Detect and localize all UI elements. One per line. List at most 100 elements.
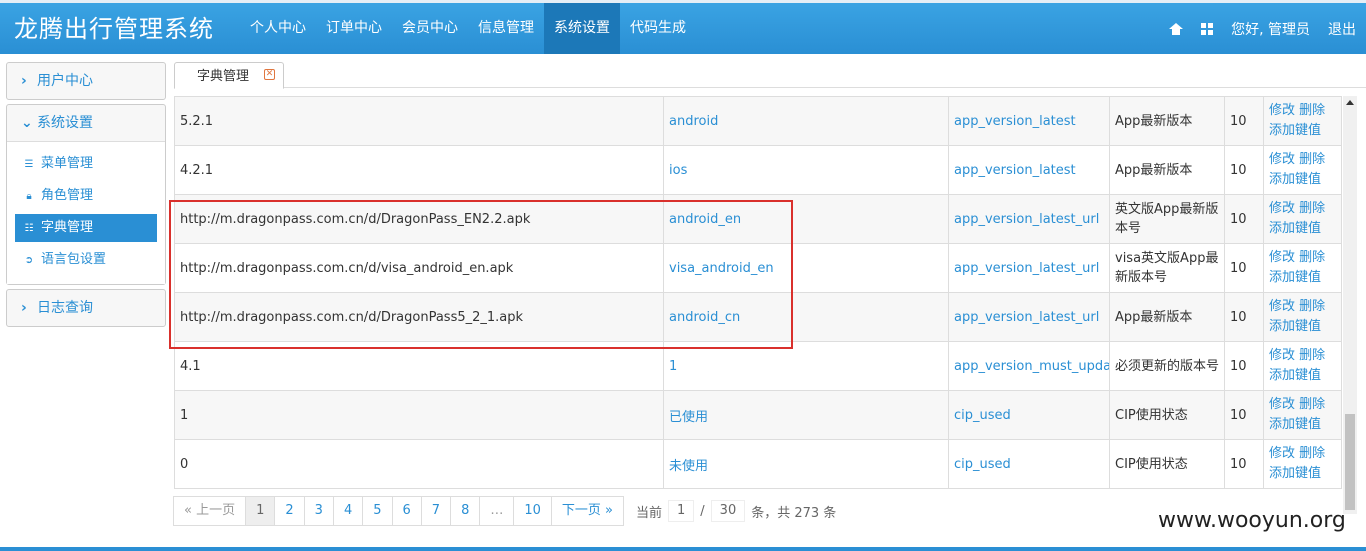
cell-value: http://m.dragonpass.com.cn/d/DragonPass_… <box>174 194 664 244</box>
cell-value: 4.2.1 <box>174 145 664 195</box>
nav-personal-center[interactable]: 个人中心 <box>240 3 316 54</box>
page-ellipsis: … <box>479 496 515 526</box>
sidebar-item-language-pack[interactable]: ➲ 语言包设置 <box>15 246 157 274</box>
nav-member-center[interactable]: 会员中心 <box>392 3 468 54</box>
cell-actions: 修改 删除添加键值 <box>1263 390 1342 440</box>
cell-type-link[interactable]: app_version_latest <box>948 96 1110 146</box>
cell-type-link[interactable]: app_version_latest_url <box>948 292 1110 342</box>
delete-link[interactable]: 删除 <box>1299 152 1325 167</box>
sidebar-item-label: 菜单管理 <box>41 156 94 171</box>
grid-icon[interactable] <box>1201 22 1214 35</box>
cell-value: 1 <box>174 390 664 440</box>
cell-label-link[interactable]: visa_android_en <box>663 243 949 293</box>
page-button-7[interactable]: 7 <box>420 496 452 526</box>
nav-code-generation[interactable]: 代码生成 <box>620 3 696 54</box>
total-count-text: 条，共 273 条 <box>751 505 837 521</box>
page-button-8[interactable]: 8 <box>450 496 481 526</box>
cell-label-link[interactable]: android <box>663 96 949 146</box>
cell-label-link[interactable]: 已使用 <box>663 390 949 440</box>
add-key-link[interactable]: 添加键值 <box>1269 368 1321 383</box>
edit-link[interactable]: 修改 <box>1269 446 1295 461</box>
sidebar-panel-log-query: › 日志查询 <box>6 289 166 327</box>
sidebar-header-system-settings[interactable]: ⌄ 系统设置 <box>7 105 165 141</box>
delete-link[interactable]: 删除 <box>1299 348 1325 363</box>
sidebar-header-label: 日志查询 <box>37 300 93 316</box>
pagination-info: 当前 1 / 30 条，共 273 条 <box>636 496 836 526</box>
add-key-link[interactable]: 添加键值 <box>1269 123 1321 138</box>
sidebar-item-role-management[interactable]: 🔒︎ 角色管理 <box>15 182 157 210</box>
cell-value: 4.1 <box>174 341 664 391</box>
edit-link[interactable]: 修改 <box>1269 152 1295 167</box>
page-size-input[interactable]: 30 <box>710 500 746 522</box>
edit-link[interactable]: 修改 <box>1269 250 1295 265</box>
cell-actions: 修改 删除添加键值 <box>1263 292 1342 342</box>
delete-link[interactable]: 删除 <box>1299 201 1325 216</box>
cell-sort: 10 <box>1224 341 1264 391</box>
add-key-link[interactable]: 添加键值 <box>1269 417 1321 432</box>
add-key-link[interactable]: 添加键值 <box>1269 319 1321 334</box>
delete-link[interactable]: 删除 <box>1299 299 1325 314</box>
cell-description: CIP使用状态 <box>1109 439 1225 489</box>
cell-type-link[interactable]: app_version_latest_url <box>948 194 1110 244</box>
nav-order-center[interactable]: 订单中心 <box>316 3 392 54</box>
page-button-5[interactable]: 5 <box>362 496 393 526</box>
cell-value: 5.2.1 <box>174 96 664 146</box>
cell-type-link[interactable]: app_version_latest_url <box>948 243 1110 293</box>
chevron-right-icon: › <box>21 300 27 316</box>
cell-type-link[interactable]: app_version_must_update <box>948 341 1110 391</box>
delete-link[interactable]: 删除 <box>1299 397 1325 412</box>
add-key-link[interactable]: 添加键值 <box>1269 172 1321 187</box>
delete-link[interactable]: 删除 <box>1299 103 1325 118</box>
edit-link[interactable]: 修改 <box>1269 348 1295 363</box>
cell-description: App最新版本 <box>1109 96 1225 146</box>
top-navbar: 龙腾出行管理系统 个人中心 订单中心 会员中心 信息管理 系统设置 代码生成 您… <box>0 0 1366 54</box>
add-key-link[interactable]: 添加键值 <box>1269 221 1321 236</box>
edit-link[interactable]: 修改 <box>1269 201 1295 216</box>
nav-info-management[interactable]: 信息管理 <box>468 3 544 54</box>
page-button-2[interactable]: 2 <box>274 496 305 526</box>
page-button-1[interactable]: 1 <box>245 496 276 526</box>
cell-label-link[interactable]: android_en <box>663 194 949 244</box>
scroll-up-icon[interactable] <box>1346 100 1354 105</box>
edit-link[interactable]: 修改 <box>1269 103 1295 118</box>
cell-description: App最新版本 <box>1109 292 1225 342</box>
sidebar-header-user-center[interactable]: › 用户中心 <box>7 63 165 99</box>
delete-link[interactable]: 删除 <box>1299 446 1325 461</box>
next-page-button[interactable]: 下一页 » <box>550 496 624 526</box>
page-button-4[interactable]: 4 <box>332 496 364 526</box>
sidebar-header-log-query[interactable]: › 日志查询 <box>7 290 165 326</box>
delete-link[interactable]: 删除 <box>1299 250 1325 265</box>
add-key-link[interactable]: 添加键值 <box>1269 466 1321 481</box>
sidebar-item-menu-management[interactable]: ☰ 菜单管理 <box>15 150 157 178</box>
tab-dictionary-management[interactable]: 字典管理 ✕ <box>174 62 284 89</box>
vertical-scrollbar[interactable] <box>1343 96 1357 514</box>
tab-label: 字典管理 <box>197 69 250 84</box>
sidebar-item-label: 字典管理 <box>41 220 94 235</box>
edit-link[interactable]: 修改 <box>1269 299 1295 314</box>
logout-link[interactable]: 退出 <box>1328 19 1356 39</box>
cell-type-link[interactable]: app_version_latest <box>948 145 1110 195</box>
sidebar-panel-system-settings: ⌄ 系统设置 ☰ 菜单管理 🔒︎ 角色管理 ☷ 字典管理 ➲ 语言包设置 <box>6 104 166 285</box>
edit-link[interactable]: 修改 <box>1269 397 1295 412</box>
cell-label-link[interactable]: ios <box>663 145 949 195</box>
page-button-10[interactable]: 10 <box>513 496 552 526</box>
table-row: 1 已使用 cip_used CIP使用状态 10 修改 删除 添加键值 <box>174 390 1342 440</box>
page-button-6[interactable]: 6 <box>391 496 422 526</box>
prev-page-button[interactable]: « 上一页 <box>173 496 247 526</box>
home-icon[interactable] <box>1169 22 1184 35</box>
page-button-3[interactable]: 3 <box>303 496 334 526</box>
cell-label-link[interactable]: 1 <box>663 341 949 391</box>
add-key-link[interactable]: 添加键值 <box>1269 270 1321 285</box>
current-page-input[interactable]: 1 <box>668 500 695 522</box>
cell-label-link[interactable]: 未使用 <box>663 439 949 489</box>
greeting-text[interactable]: 您好, 管理员 <box>1231 19 1310 39</box>
cell-type-link[interactable]: cip_used <box>948 439 1110 489</box>
close-icon[interactable]: ✕ <box>264 69 275 80</box>
cell-type-link[interactable]: cip_used <box>948 390 1110 440</box>
scroll-thumb[interactable] <box>1345 414 1355 510</box>
cell-sort: 10 <box>1224 243 1264 293</box>
sidebar-item-dictionary-management[interactable]: ☷ 字典管理 <box>15 214 157 242</box>
nav-system-settings[interactable]: 系统设置 <box>544 3 620 54</box>
cell-label-link[interactable]: android_cn <box>663 292 949 342</box>
app-title: 龙腾出行管理系统 <box>14 15 214 43</box>
